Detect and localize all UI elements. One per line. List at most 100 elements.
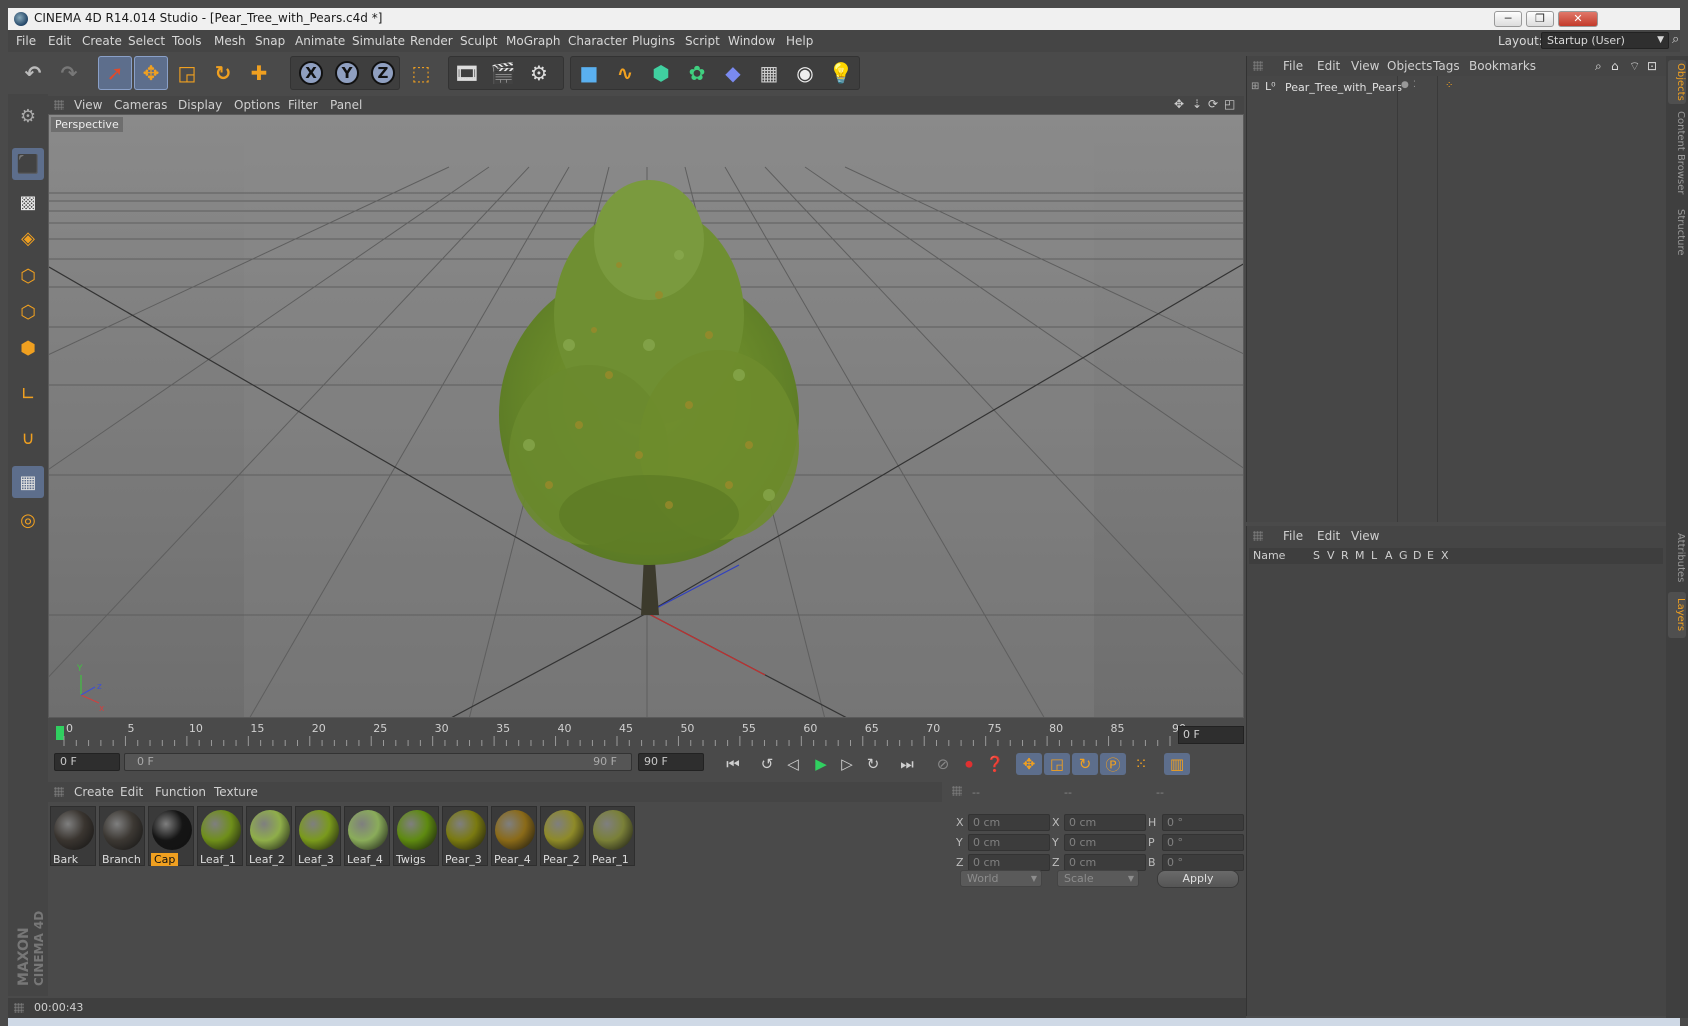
layer-column-header[interactable]: Name <box>1253 549 1285 562</box>
material-swatch[interactable]: Leaf_4 <box>344 806 390 866</box>
menu-help[interactable]: Help <box>786 34 813 48</box>
previous-key-icon[interactable]: ↺ <box>754 753 780 775</box>
menu-animate[interactable]: Animate <box>295 34 345 48</box>
maximize-view-icon[interactable]: ◰ <box>1224 97 1235 111</box>
grip-handle-icon[interactable] <box>54 100 64 110</box>
expand-icon[interactable]: ⊞ <box>1251 81 1259 92</box>
timeline-ruler[interactable]: 051015202530354045505560657075808590 <box>56 722 1186 748</box>
layer-column-header[interactable]: V <box>1327 549 1335 562</box>
end-frame-field[interactable]: 90 F <box>638 753 704 771</box>
objects-menu-file[interactable]: File <box>1283 59 1303 73</box>
menu-sculpt[interactable]: Sculpt <box>460 34 497 48</box>
coordinate-system-icon[interactable]: ⬚ <box>404 56 438 90</box>
coordinate-value-field[interactable]: 0 cm <box>1064 814 1146 831</box>
layer-column-header[interactable]: R <box>1341 549 1349 562</box>
material-swatch[interactable]: Pear_1 <box>589 806 635 866</box>
light-icon[interactable]: 💡 <box>824 56 858 90</box>
material-swatch[interactable]: Leaf_2 <box>246 806 292 866</box>
layer-column-header[interactable]: X <box>1441 549 1449 562</box>
viewport-menu-cameras[interactable]: Cameras <box>114 98 167 112</box>
menu-plugins[interactable]: Plugins <box>632 34 675 48</box>
viewport-menu-panel[interactable]: Panel <box>330 98 362 112</box>
coordinate-value-field[interactable]: 0 cm <box>968 834 1050 851</box>
autokey-icon[interactable]: ⏺ <box>956 753 982 775</box>
camera-icon[interactable]: ◉ <box>788 56 822 90</box>
viewport-menu-filter[interactable]: Filter <box>288 98 318 112</box>
locked-workplane-icon[interactable]: ▦ <box>12 466 44 498</box>
tab-content-browser[interactable]: Content Browser <box>1668 108 1686 198</box>
viewport-menu-display[interactable]: Display <box>178 98 222 112</box>
material-tag-icon[interactable]: ⁘ <box>1445 80 1453 91</box>
menu-simulate[interactable]: Simulate <box>352 34 405 48</box>
material-swatch[interactable]: Pear_4 <box>491 806 537 866</box>
subdivision-icon[interactable]: ⬢ <box>644 56 678 90</box>
undo-icon[interactable]: ↶ <box>16 56 50 90</box>
apply-button[interactable]: Apply <box>1157 870 1239 888</box>
menu-window[interactable]: Window <box>728 34 775 48</box>
coordinate-value-field[interactable]: 0 ° <box>1162 834 1244 851</box>
material-swatch[interactable]: Cap <box>148 806 194 866</box>
layer-column-header[interactable]: E <box>1427 549 1434 562</box>
search-icon[interactable]: ⌕ <box>1672 32 1679 47</box>
close-button[interactable]: ✕ <box>1558 11 1598 27</box>
keyframe-selection-icon[interactable]: ❓ <box>982 753 1008 775</box>
menu-character[interactable]: Character <box>568 34 627 48</box>
edges-mode-icon[interactable]: ⬡ <box>12 296 44 328</box>
menu-file[interactable]: File <box>16 34 36 48</box>
collapse-icon[interactable]: ⌔ <box>1629 59 1640 74</box>
coordinate-value-field[interactable]: 0 cm <box>1064 854 1146 871</box>
layer-column-header[interactable]: G <box>1399 549 1408 562</box>
coordinate-value-field[interactable]: 0 cm <box>968 814 1050 831</box>
go-to-start-icon[interactable]: ⏮ <box>720 753 746 775</box>
grip-handle-icon[interactable] <box>1253 61 1263 71</box>
new-window-icon[interactable]: ⊡ <box>1647 59 1657 73</box>
tab-layers[interactable]: Layers <box>1668 592 1686 638</box>
material-menu-create[interactable]: Create <box>74 785 114 799</box>
previous-frame-icon[interactable]: ◁ <box>780 753 806 775</box>
menu-mesh[interactable]: Mesh <box>214 34 246 48</box>
rotate-view-icon[interactable]: ⟳ <box>1208 97 1218 111</box>
objects-menu-objects[interactable]: Objects <box>1387 59 1432 73</box>
objects-menu-view[interactable]: View <box>1351 59 1379 73</box>
objects-menu-tags[interactable]: Tags <box>1433 59 1460 73</box>
grip-handle-icon[interactable] <box>952 786 962 796</box>
model-mode-icon[interactable]: ⚙ <box>12 100 44 132</box>
layer-column-header[interactable]: A <box>1385 549 1393 562</box>
material-swatch[interactable]: Branch <box>99 806 145 866</box>
current-frame-field[interactable]: 0 F <box>1178 726 1244 744</box>
start-frame-field[interactable]: 0 F <box>54 753 120 771</box>
workplane-icon[interactable]: ◈ <box>12 222 44 254</box>
tab-structure[interactable]: Structure <box>1668 204 1686 260</box>
cube-icon[interactable]: ■ <box>572 56 606 90</box>
material-swatch[interactable]: Pear_2 <box>540 806 586 866</box>
menu-snap[interactable]: Snap <box>255 34 285 48</box>
grip-handle-icon[interactable] <box>54 787 64 797</box>
layer-column-header[interactable]: L <box>1371 549 1377 562</box>
coordinate-value-field[interactable]: 0 ° <box>1162 854 1244 871</box>
key-position-icon[interactable]: ✥ <box>1016 753 1042 775</box>
tab-attributes[interactable]: Attributes <box>1668 528 1686 588</box>
menu-render[interactable]: Render <box>410 34 453 48</box>
material-swatch[interactable]: Leaf_1 <box>197 806 243 866</box>
material-swatch[interactable]: Pear_3 <box>442 806 488 866</box>
visibility-dot-icon[interactable]: ● <box>1401 80 1409 90</box>
viewport-menu-view[interactable]: View <box>74 98 102 112</box>
menu-create[interactable]: Create <box>82 34 122 48</box>
z-axis-lock-icon[interactable]: Z <box>366 56 400 90</box>
spline-pen-icon[interactable]: ∿ <box>608 56 642 90</box>
menu-tools[interactable]: Tools <box>172 34 202 48</box>
timeline-window-icon[interactable]: ▥ <box>1164 753 1190 775</box>
material-swatch[interactable]: Leaf_3 <box>295 806 341 866</box>
home-icon[interactable]: ⌂ <box>1611 59 1619 73</box>
menu-script[interactable]: Script <box>685 34 720 48</box>
layers-menu-file[interactable]: File <box>1283 529 1303 543</box>
render-dot-icon[interactable]: ⁚ <box>1413 80 1416 90</box>
go-to-end-icon[interactable]: ⏭ <box>894 753 920 775</box>
render-view-icon[interactable]: 🎞 <box>450 56 484 90</box>
coordinate-type-dropdown[interactable]: Scale ▼ <box>1057 870 1139 887</box>
x-axis-lock-icon[interactable]: X <box>294 56 328 90</box>
layer-column-header[interactable]: M <box>1355 549 1365 562</box>
layers-menu-edit[interactable]: Edit <box>1317 529 1340 543</box>
zoom-view-icon[interactable]: ⇣ <box>1192 97 1202 111</box>
play-icon[interactable]: ▶ <box>808 753 834 775</box>
